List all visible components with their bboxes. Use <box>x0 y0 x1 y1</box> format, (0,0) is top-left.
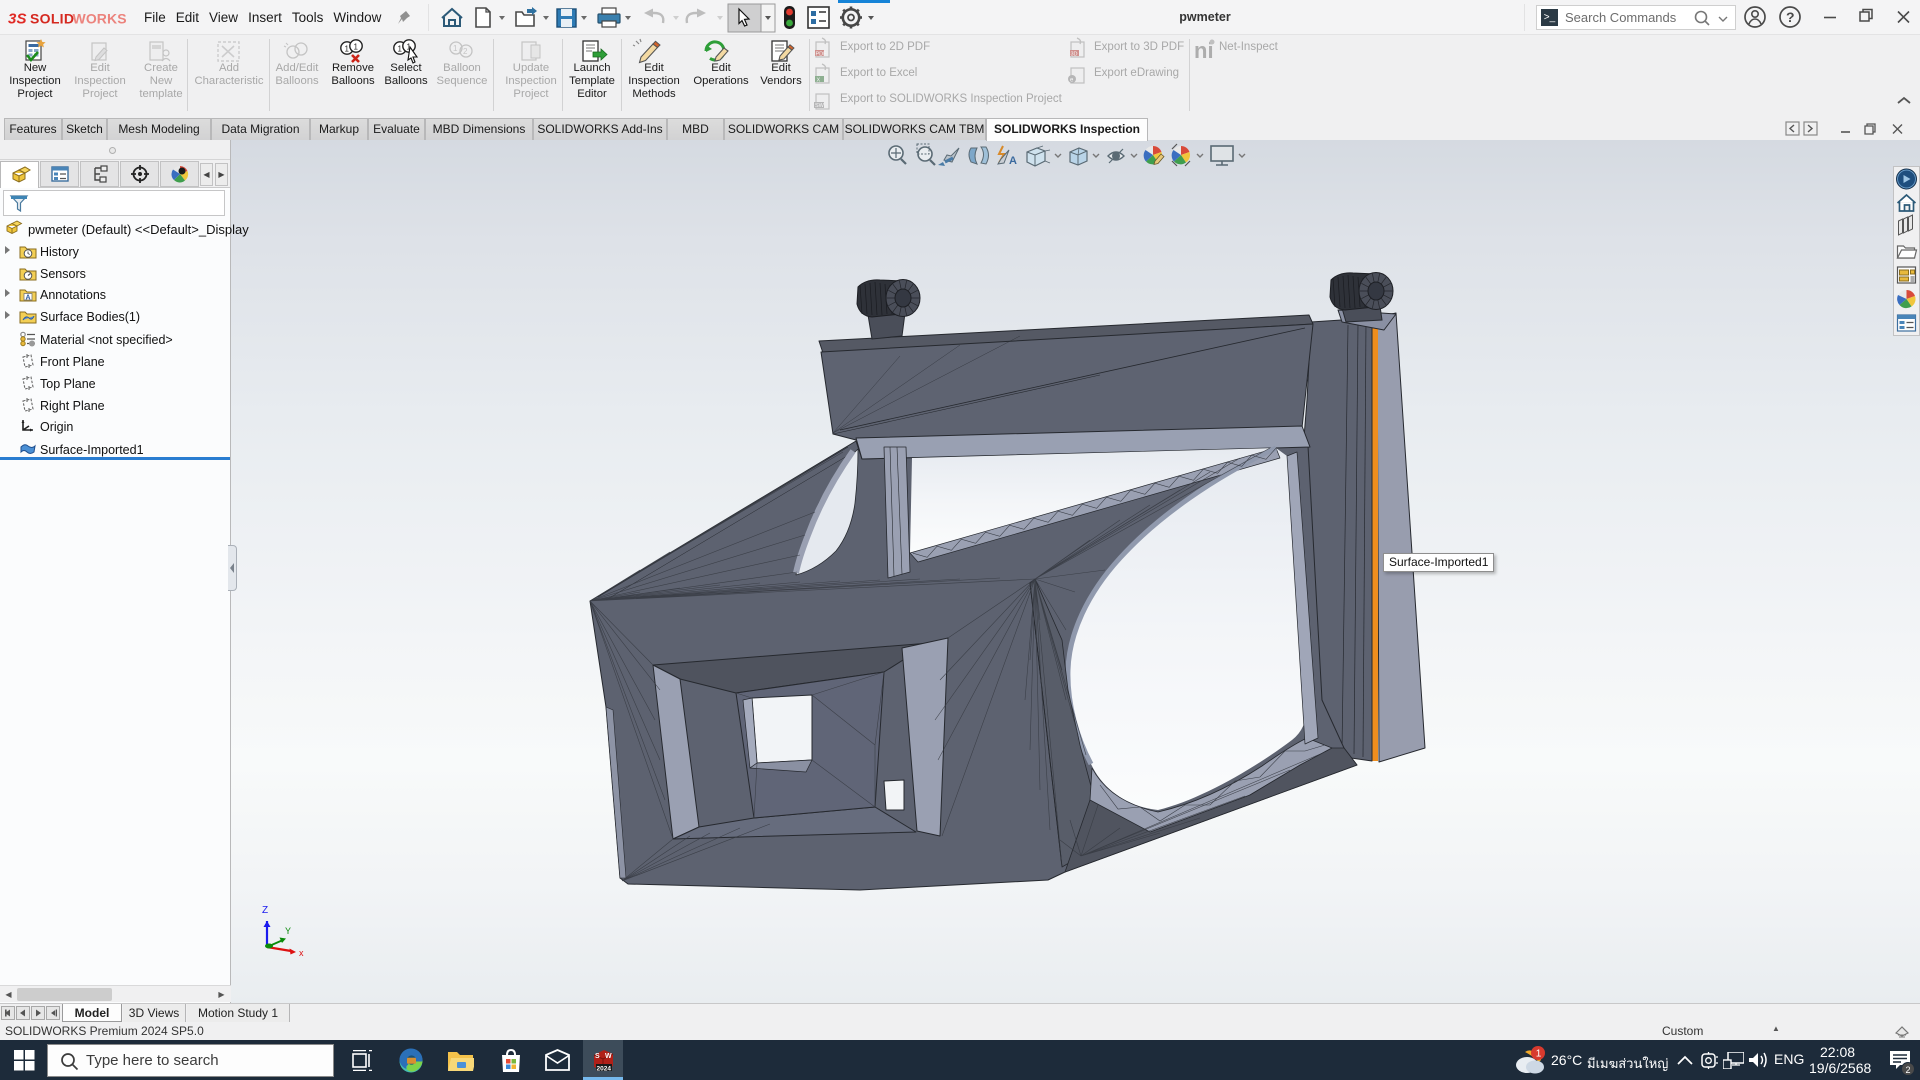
svg-text:A: A <box>26 295 31 302</box>
svg-text:PDF: PDF <box>816 52 828 58</box>
svg-text:1: 1 <box>1536 1049 1542 1060</box>
svg-text:Y: Y <box>285 926 291 936</box>
svg-text:WORKS: WORKS <box>73 11 127 27</box>
svg-text:S: S <box>17 11 27 28</box>
svg-text:Z: Z <box>262 905 268 916</box>
svg-text:1: 1 <box>345 45 350 54</box>
svg-text:S: S <box>595 1053 600 1060</box>
svg-text:x: x <box>299 948 304 958</box>
svg-text:SW: SW <box>815 103 825 109</box>
svg-text:1: 1 <box>453 44 458 53</box>
svg-text:?: ? <box>1786 9 1795 25</box>
svg-text:2: 2 <box>463 47 468 56</box>
svg-text:2: 2 <box>1906 1065 1911 1075</box>
svg-text:W: W <box>605 1053 612 1060</box>
svg-text:3D: 3D <box>1071 52 1078 58</box>
svg-text:A: A <box>1009 155 1017 167</box>
svg-text:SOLID: SOLID <box>30 11 74 27</box>
svg-text:1: 1 <box>398 45 403 54</box>
svg-text:1: 1 <box>354 43 359 52</box>
svg-text:2024: 2024 <box>597 1066 612 1073</box>
